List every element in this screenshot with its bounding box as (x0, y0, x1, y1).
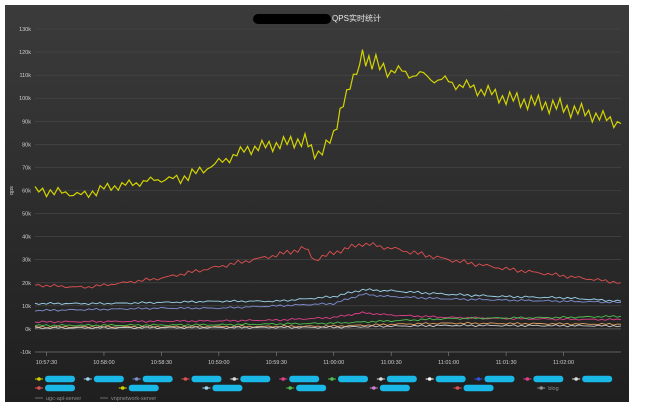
legend-label: blog (548, 386, 558, 392)
legend-label-redaction (128, 384, 159, 392)
y-tick-label: 30k (22, 258, 31, 264)
x-tick-label: 10:58:30 (151, 360, 172, 366)
y-tick-label: 80k (22, 142, 31, 148)
legend-label-redaction (463, 384, 494, 392)
y-tick-label: 40k (22, 235, 31, 241)
y-tick-label: 0k (25, 327, 31, 333)
legend-label-redaction (45, 375, 75, 383)
legend-marker (476, 377, 481, 381)
legend-marker (372, 386, 376, 390)
y-tick-label: 20k (22, 281, 31, 287)
y-tick-label: 70k (22, 165, 31, 171)
legend-marker (86, 377, 90, 381)
x-tick-label: 11:01:30 (496, 360, 517, 366)
legend-marker (134, 377, 139, 381)
legend-label: ugc-api-server (46, 396, 81, 402)
legend-label-redaction (142, 375, 173, 383)
series-layer (34, 49, 622, 330)
x-tick-label: 10:57:30 (36, 360, 57, 366)
y-tick-label: 110k (19, 73, 31, 79)
legend-label-redaction (212, 384, 243, 392)
legend-label-redaction (240, 375, 271, 383)
x-tick-label: 11:01:00 (438, 360, 459, 366)
legend-marker (37, 386, 41, 390)
legend-label: vnpnetwork-server (111, 396, 156, 402)
legend-label-redaction (379, 384, 410, 392)
chart-svg: -10k 0k 10k 20k 30k 40k 50k 60k 70k 80k 90k 100k 110… (9, 27, 622, 402)
legend-label-redaction (484, 375, 515, 383)
legend-marker (427, 377, 432, 381)
legend-marker (455, 386, 460, 390)
legend-marker (525, 377, 530, 381)
series-line-0 (34, 49, 622, 199)
series-line-5 (34, 315, 622, 327)
series-line-3 (34, 292, 622, 312)
y-tick-label: 60k (22, 189, 31, 195)
legend-label-redaction (338, 375, 368, 383)
legend-label-redaction (582, 375, 613, 383)
legend-label-redaction (386, 375, 417, 383)
legend-label-redaction (93, 375, 124, 383)
legend-marker (232, 377, 237, 381)
x-tick-label: 10:59:30 (266, 360, 287, 366)
legend-marker (37, 377, 41, 381)
legend-marker (330, 377, 334, 381)
y-tick-label: 90k (22, 119, 31, 125)
legend-marker (379, 377, 383, 381)
legend-marker (204, 386, 209, 390)
legend-label-redaction (191, 375, 222, 383)
x-tick-label: 10:58:00 (93, 360, 114, 366)
series-line-2 (34, 288, 622, 305)
axis-layer: -10k 0k 10k 20k 30k 40k 50k 60k 70k 80k 90k 100k 110… (9, 27, 621, 366)
legend-marker (574, 377, 578, 381)
y-axis-label: qps (9, 186, 15, 195)
legend-marker (539, 386, 544, 390)
series-line-1 (34, 242, 622, 289)
x-tick-label: 10:59:00 (208, 360, 229, 366)
y-tick-label: 120k (19, 50, 31, 56)
legend-marker (183, 377, 188, 381)
x-tick-label: 11:00:30 (381, 360, 402, 366)
legend-label-redaction (296, 384, 327, 392)
legend-label-redaction (45, 384, 75, 392)
y-tick-label: -10k (20, 350, 31, 356)
y-tick-label: 10k (22, 304, 31, 310)
y-tick-label: 130k (19, 27, 31, 33)
legend-label-redaction (533, 375, 564, 383)
legend-label-redaction (289, 375, 320, 383)
legend-marker (120, 386, 125, 390)
legend-marker (281, 377, 285, 381)
legend-layer: blog ugc-api-server vnpnetwork-server (35, 375, 613, 402)
chart-frame: QPS实时统计 -10k 0k 10k 20k 30k 40k 50k 60k 70k 80k 90… (5, 5, 629, 402)
legend-label-redaction (435, 375, 466, 383)
series-line-4 (34, 311, 622, 324)
legend-marker (288, 386, 292, 390)
y-tick-label: 100k (19, 96, 31, 102)
x-tick-label: 11:02:00 (553, 360, 574, 366)
y-tick-label: 50k (22, 212, 31, 218)
x-tick-label: 11:00:00 (323, 360, 344, 366)
